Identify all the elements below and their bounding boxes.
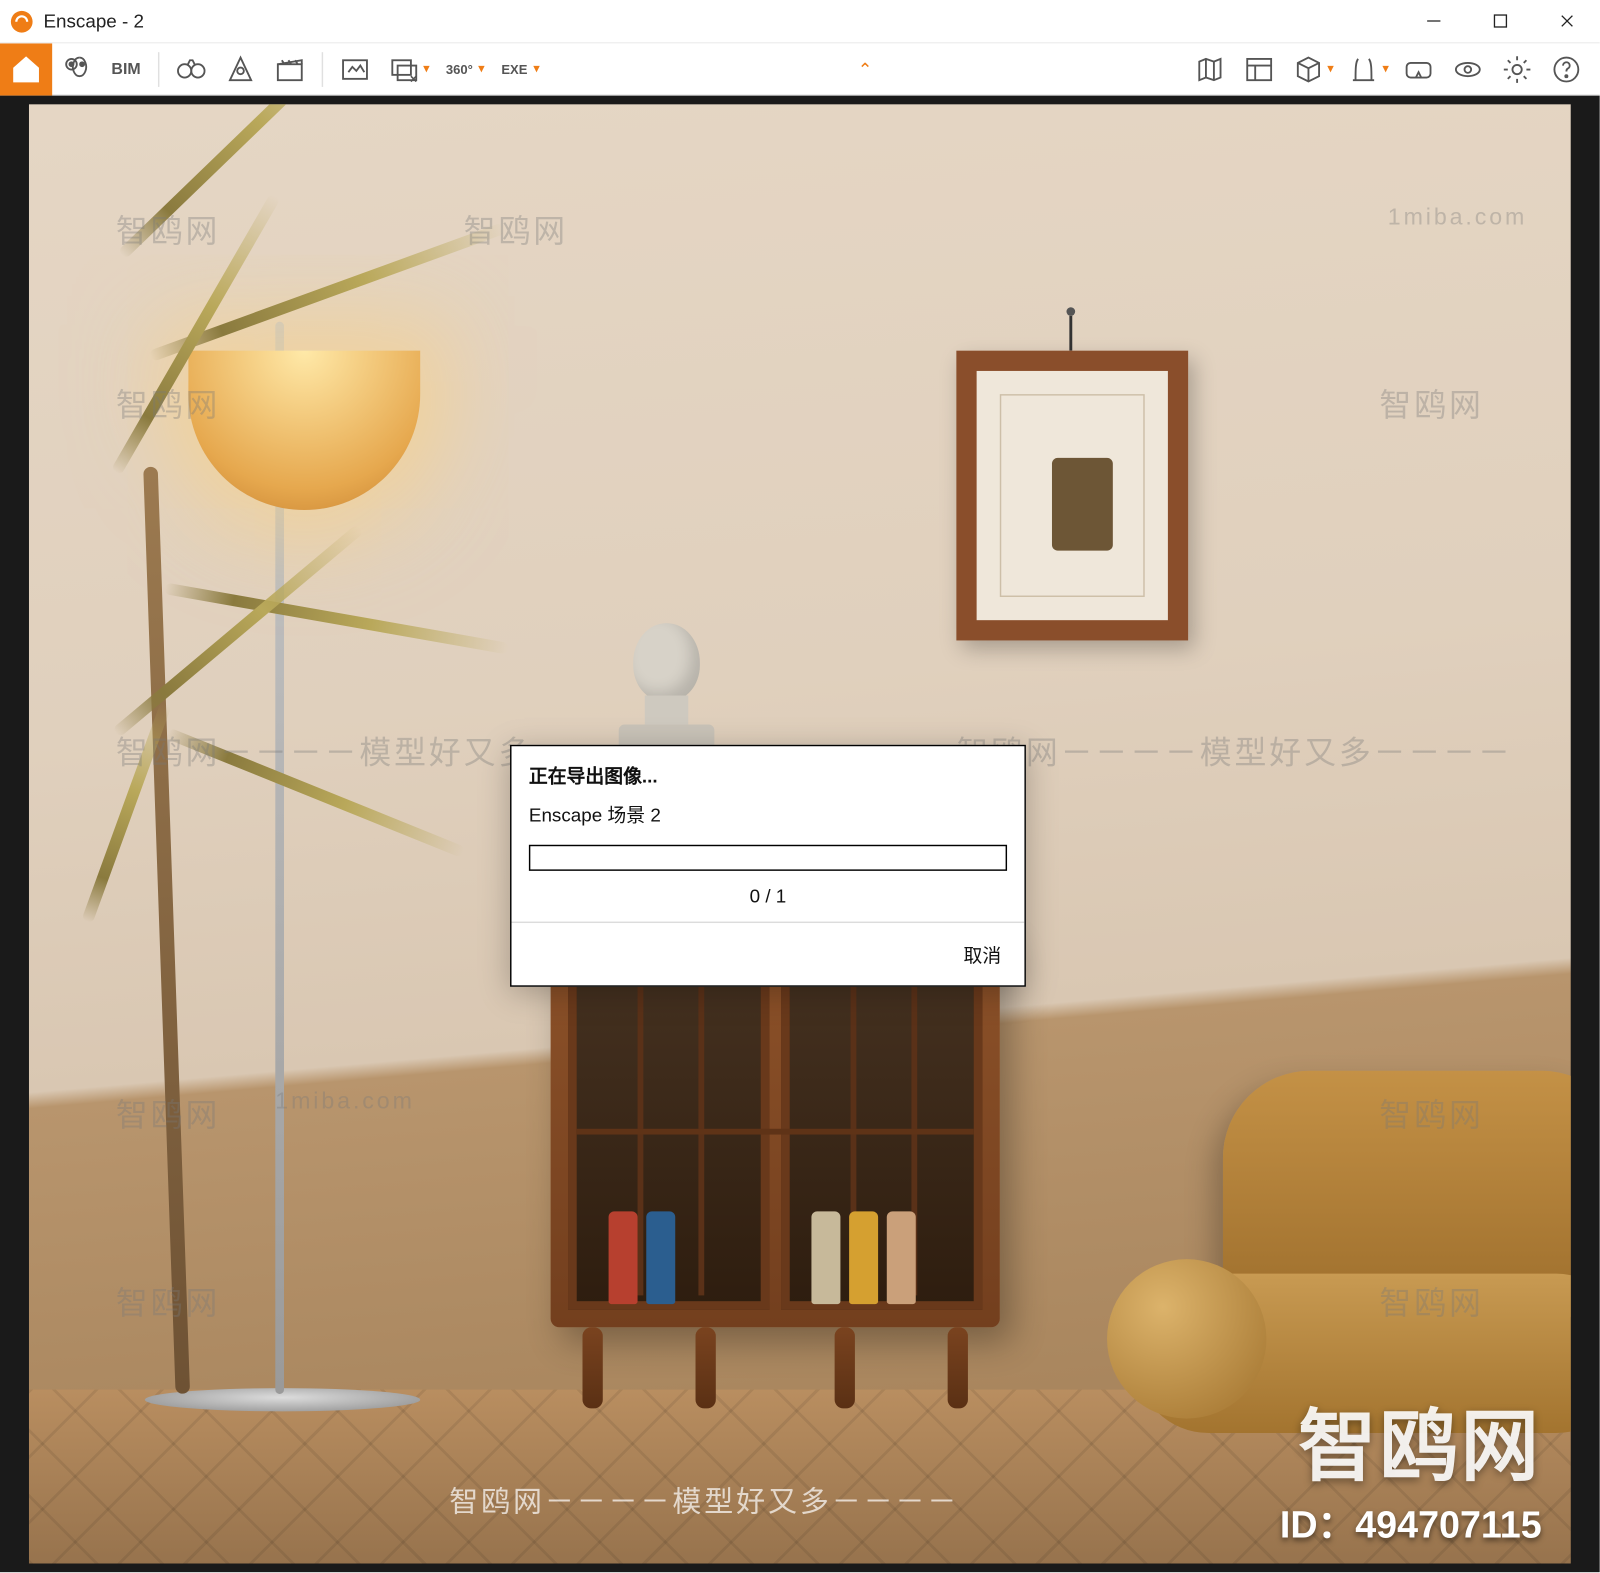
titlebar: Enscape - 2 [0, 0, 1600, 43]
maximize-button[interactable] [1466, 0, 1533, 43]
toolbar-separator [322, 51, 323, 86]
expand-chevron-icon[interactable]: ⌃ [858, 59, 873, 79]
plant-leaf [149, 222, 507, 362]
exe-export-button[interactable]: EXE [490, 43, 539, 95]
window-title: Enscape - 2 [43, 10, 144, 32]
plant-trunk [143, 467, 190, 1394]
sofa [1107, 1071, 1571, 1477]
settings-gear-icon[interactable] [1492, 43, 1541, 95]
watermark-text: 智鸥网－－－－模型好又多－－－－ [956, 727, 1512, 773]
binoculars-icon[interactable] [167, 43, 216, 95]
map-icon[interactable] [1185, 43, 1234, 95]
picture-frame [956, 351, 1188, 641]
views-pin-icon[interactable] [52, 43, 101, 95]
app-icon [9, 8, 35, 34]
close-button[interactable] [1533, 0, 1600, 43]
toolbar: BIM ▾ 360° ▾ EXE ▾ ⌃ [0, 43, 1600, 95]
plant-leaf [166, 728, 466, 858]
progress-count: 0 / 1 [511, 880, 1024, 922]
minimize-button[interactable] [1400, 0, 1467, 43]
watermark-domain: 1miba.com [275, 1090, 414, 1116]
viewport[interactable]: 智鸥网 智鸥网 1miba.com 智鸥网 智鸥网 智鸥网－－－－模型好又多－－… [0, 96, 1600, 1573]
cube-icon[interactable] [1284, 43, 1333, 95]
site-context-icon[interactable] [1339, 43, 1388, 95]
asset-library-icon[interactable] [1235, 43, 1284, 95]
progress-bar [529, 845, 1007, 871]
clapperboard-icon[interactable] [265, 43, 314, 95]
dialog-title: 正在导出图像... [511, 746, 1024, 797]
bim-button[interactable]: BIM [101, 43, 150, 95]
perspective-icon[interactable] [216, 43, 265, 95]
cancel-button[interactable]: 取消 [964, 940, 1002, 968]
watermark-text: 智鸥网 [464, 206, 568, 252]
plant-leaf [118, 104, 355, 259]
model-id-label: ID：494707115 [1280, 1495, 1542, 1549]
dialog-subtitle: Enscape 场景 2 [511, 797, 1024, 839]
panorama-button[interactable]: 360° [435, 43, 484, 95]
frame-nail [1066, 307, 1075, 316]
lamp-shade [188, 351, 420, 510]
cabinet [551, 930, 1000, 1408]
watermark-domain: 1miba.com [1388, 206, 1527, 232]
batch-render-icon[interactable] [380, 43, 429, 95]
watermark-text: 智鸥网 [116, 1278, 220, 1324]
screenshot-icon[interactable] [330, 43, 379, 95]
watermark-text: 智鸥网 [1379, 380, 1483, 426]
export-dialog: 正在导出图像... Enscape 场景 2 0 / 1 取消 [510, 745, 1026, 987]
vr-headset-icon[interactable] [1394, 43, 1443, 95]
toolbar-separator [158, 51, 159, 86]
help-icon[interactable] [1542, 43, 1591, 95]
visual-settings-icon[interactable] [1443, 43, 1492, 95]
home-button[interactable] [0, 43, 52, 95]
